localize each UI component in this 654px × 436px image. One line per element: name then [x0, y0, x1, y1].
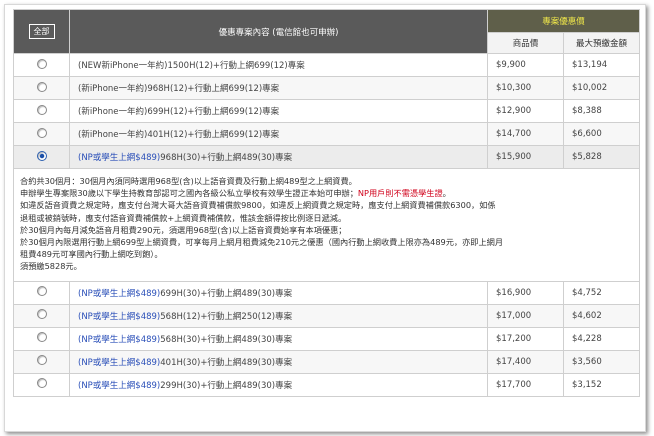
plan-name-cell: (NP或學生上網$489)299H(30)+行動上網489(30)專案	[69, 372, 488, 397]
plan-name: (新iPhone一年約)401H(12)+行動上網699(12)專案	[78, 130, 280, 140]
detail-line: 申辦學生專案限30歲以下學生持教育部認可之國內各級公私立學校有效學生證正本始可申…	[20, 188, 451, 199]
np-tag: (NP或學生上網$489)	[78, 334, 161, 345]
max-prepay-cell: $13,194	[562, 53, 641, 77]
all-filter-cell: 全部	[13, 9, 70, 54]
plan-name: (新iPhone一年約)968H(12)+行動上網699(12)專案	[78, 84, 280, 94]
radio-cell	[13, 122, 70, 146]
price-cell: $12,900	[487, 99, 564, 123]
plan-column-header: 優惠專案內容 (電信館也可申辦)	[69, 9, 488, 54]
plan-radio[interactable]	[36, 309, 47, 320]
bottom-plan-rows: (NP或學生上網$489)699H(30)+行動上網489(30)專案 $16,9…	[13, 280, 641, 397]
price-cell: $15,900	[487, 145, 564, 169]
plan-name: (NEW新iPhone一年約)1500H(12)+行動上網699(12)專案	[78, 61, 305, 71]
plan-name-cell: (NEW新iPhone一年約)1500H(12)+行動上網699(12)專案	[69, 53, 488, 77]
np-tag: (NP或學生上網$489)	[78, 380, 161, 391]
plan-name-cell: (NP或學生上網$489)968H(30)+行動上網489(30)專案	[69, 145, 488, 169]
plan-row[interactable]: (NP或學生上網$489)401H(30)+行動上網489(30)專案 $17,4…	[13, 349, 641, 374]
plan-radio[interactable]	[36, 378, 47, 389]
plan-row[interactable]: (新iPhone一年約)968H(12)+行動上網699(12)專案 $10,30…	[13, 76, 641, 100]
max-prepay-cell: $10,002	[562, 76, 641, 100]
np-tag: (NP或學生上網$489)	[78, 357, 161, 368]
np-tag: (NP或學生上網$489)	[78, 311, 161, 322]
price-cell: $17,400	[487, 349, 564, 374]
max-prepay-cell: $6,600	[562, 122, 641, 146]
detail-line: 如違反語音資費之規定時，應支付台灣大哥大語音資費補償款9800，如違反上網資費之…	[20, 200, 496, 211]
max-prepay-cell: $3,152	[562, 372, 641, 397]
max-prepay-cell: $4,602	[562, 303, 641, 328]
plan-row[interactable]: (NP或學生上網$489)568H(30)+行動上網489(30)專案 $17,2…	[13, 326, 641, 351]
all-filter-button[interactable]: 全部	[28, 24, 55, 39]
plan-radio[interactable]	[36, 355, 47, 366]
plan-name: 968H(30)+行動上網489(30)專案	[160, 153, 293, 163]
plan-detail-text: 合約共30個月：30個月內須同時選用968型(含)以上語音資費及行動上網489型…	[12, 168, 641, 282]
plan-radio[interactable]	[36, 104, 47, 115]
detail-line: 須預繳5828元。	[20, 261, 82, 272]
plan-radio[interactable]	[36, 58, 47, 69]
radio-cell	[13, 349, 70, 374]
np-tag: (NP或學生上網$489)	[78, 288, 161, 299]
plan-name: 299H(30)+行動上網489(30)專案	[160, 380, 293, 391]
detail-line: 於30個月內限選用行動上網699型上網資費，可享每月上網月租費減免210元之優惠…	[20, 237, 504, 248]
plan-radio[interactable]	[36, 127, 47, 138]
radio-cell	[13, 145, 70, 169]
np-note: NP用戶則不需憑學生證	[357, 188, 443, 199]
plan-row[interactable]: (NEW新iPhone一年約)1500H(12)+行動上網699(12)專案 $9…	[13, 53, 641, 77]
plan-name-cell: (NP或學生上網$489)401H(30)+行動上網489(30)專案	[69, 349, 488, 374]
plan-name: 568H(30)+行動上網489(30)專案	[160, 334, 293, 345]
price-cell: $17,700	[487, 372, 564, 397]
price-cell: $9,900	[487, 53, 564, 77]
max-prepay-cell: $3,560	[562, 349, 641, 374]
plan-name-cell: (新iPhone一年約)968H(12)+行動上網699(12)專案	[69, 76, 488, 100]
plan-name-cell: (新iPhone一年約)699H(12)+行動上網699(12)專案	[69, 99, 488, 123]
plan-name: (新iPhone一年約)699H(12)+行動上網699(12)專案	[78, 107, 280, 117]
detail-line: 租費489元可享國內行動上網吃到飽）。	[20, 249, 163, 260]
plan-row[interactable]: (新iPhone一年約)401H(12)+行動上網699(12)專案 $14,70…	[13, 122, 641, 146]
np-tag: (NP或學生上網$489)	[78, 153, 161, 163]
radio-cell	[13, 76, 70, 100]
plan-name: 401H(30)+行動上網489(30)專案	[160, 357, 293, 368]
max-prepay-cell: $4,228	[562, 326, 641, 351]
price-cell: $17,200	[487, 326, 564, 351]
detail-line: 於30個月內每月減免語音月租費290元，須選用968型(含)以上語音資費始享有本…	[20, 224, 347, 235]
plan-name-cell: (NP或學生上網$489)568H(12)+行動上網250(12)專案	[69, 303, 488, 328]
plan-name-cell: (新iPhone一年約)401H(12)+行動上網699(12)專案	[69, 122, 488, 146]
price-column-header: 商品價	[487, 32, 564, 54]
plan-radio[interactable]	[36, 332, 47, 343]
detail-line: 合約共30個月：30個月內須同時選用968型(含)以上語音資費及行動上網489型…	[20, 176, 357, 186]
top-plan-rows: (NEW新iPhone一年約)1500H(12)+行動上網699(12)專案 $9…	[13, 53, 641, 169]
plan-radio[interactable]	[36, 286, 47, 297]
radio-cell	[13, 99, 70, 123]
price-group-header: 專案優惠價	[486, 9, 641, 33]
plan-row[interactable]: (NP或學生上網$489)699H(30)+行動上網489(30)專案 $16,9…	[13, 280, 641, 305]
plan-radio[interactable]	[36, 150, 47, 161]
radio-cell	[13, 326, 70, 351]
price-cell: $14,700	[487, 122, 564, 146]
radio-cell	[13, 303, 70, 328]
plan-row[interactable]: (NP或學生上網$489)299H(30)+行動上網489(30)專案 $17,7…	[13, 372, 641, 397]
plan-name: 699H(30)+行動上網489(30)專案	[160, 288, 293, 299]
price-cell: $10,300	[487, 76, 564, 100]
max-prepay-cell: $8,388	[562, 99, 641, 123]
max-prepay-cell: $5,828	[562, 145, 641, 169]
plan-row[interactable]: (NP或學生上網$489)568H(12)+行動上網250(12)專案 $17,0…	[13, 303, 641, 328]
price-cell: $17,000	[487, 303, 564, 328]
radio-cell	[13, 53, 70, 77]
plan-name: 568H(12)+行動上網250(12)專案	[160, 311, 293, 322]
plan-table-container: 全部 優惠專案內容 (電信館也可申辦) 專案優惠價 商品價 最大預繳金額 (NE…	[12, 9, 641, 397]
plan-detail-row: 合約共30個月：30個月內須同時選用968型(含)以上語音資費及行動上網489型…	[12, 168, 641, 282]
plan-radio[interactable]	[36, 81, 47, 92]
plan-row[interactable]: (新iPhone一年約)699H(12)+行動上網699(12)專案 $12,90…	[13, 99, 641, 123]
detail-line: 退租或被銷號時，應支付語音資費補償款+上網資費補償款，惟該金額得按比例逐日遞減。	[20, 212, 347, 223]
price-cell: $16,900	[487, 280, 564, 305]
max-prepay-column-header: 最大預繳金額	[562, 32, 641, 54]
plan-name-cell: (NP或學生上網$489)568H(30)+行動上網489(30)專案	[69, 326, 488, 351]
plan-table: 全部 優惠專案內容 (電信館也可申辦) 專案優惠價 商品價 最大預繳金額 (NE…	[12, 9, 641, 397]
plan-row[interactable]: (NP或學生上網$489)968H(30)+行動上網489(30)專案 $15,9…	[13, 145, 641, 169]
plan-name-cell: (NP或學生上網$489)699H(30)+行動上網489(30)專案	[69, 280, 488, 305]
radio-cell	[13, 280, 70, 305]
radio-cell	[13, 372, 70, 397]
screenshot-frame: 全部 優惠專案內容 (電信館也可申辦) 專案優惠價 商品價 最大預繳金額 (NE…	[4, 4, 646, 432]
max-prepay-cell: $4,752	[562, 280, 641, 305]
